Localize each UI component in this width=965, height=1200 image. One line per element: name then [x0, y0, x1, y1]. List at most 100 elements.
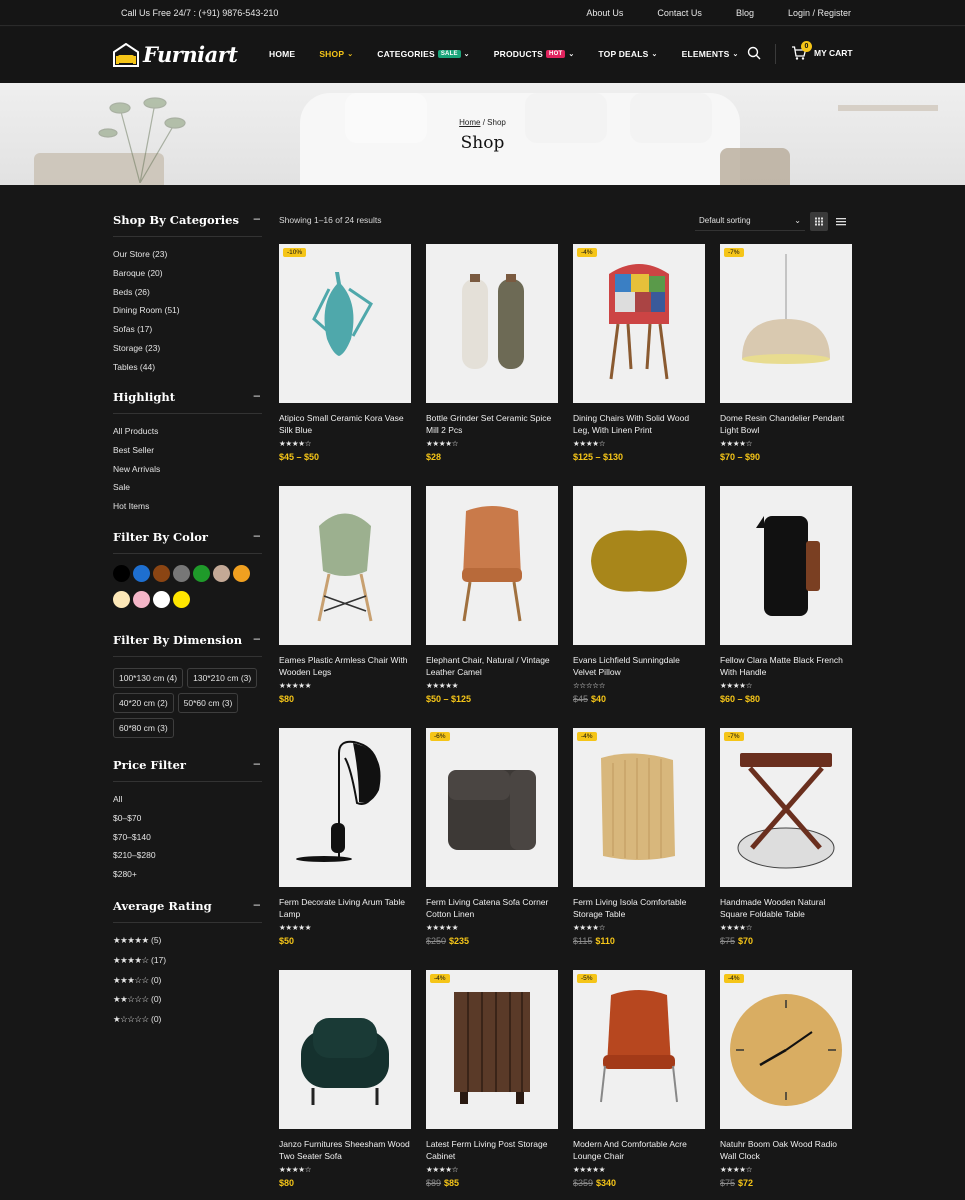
- nav-home[interactable]: HOME: [269, 49, 295, 59]
- product-image[interactable]: [720, 486, 852, 645]
- product-name[interactable]: Latest Ferm Living Post Storage Cabinet: [426, 1138, 558, 1162]
- product-image[interactable]: [279, 728, 411, 887]
- category-item[interactable]: Our Store (23): [113, 249, 262, 268]
- product-image[interactable]: [426, 244, 558, 403]
- about-link[interactable]: About Us: [586, 8, 623, 18]
- product-image[interactable]: -4%: [720, 970, 852, 1129]
- product-card[interactable]: -4% Natuhr Boom Oak Wood Radio Wall Clock…: [720, 970, 852, 1188]
- product-name[interactable]: Evans Lichfield Sunningdale Velvet Pillo…: [573, 654, 705, 678]
- product-card[interactable]: -10% Atipico Small Ceramic Kora Vase Silk…: [279, 244, 411, 462]
- nav-products[interactable]: PRODUCTS HOT ⌄: [494, 49, 575, 59]
- category-item[interactable]: Tables (44): [113, 362, 262, 381]
- product-card[interactable]: Eames Plastic Armless Chair With Wooden …: [279, 486, 411, 704]
- highlight-header[interactable]: Highlight –: [113, 390, 262, 414]
- price-range-item[interactable]: $210–$280: [113, 850, 262, 869]
- product-card[interactable]: Fellow Clara Matte Black French With Han…: [720, 486, 852, 704]
- product-card[interactable]: -7% Dome Resin Chandelier Pendant Light B…: [720, 244, 852, 462]
- dimension-tag[interactable]: 50*60 cm (3): [177, 693, 239, 713]
- product-image[interactable]: [426, 486, 558, 645]
- collapse-icon[interactable]: –: [254, 530, 260, 544]
- product-name[interactable]: Handmade Wooden Natural Square Foldable …: [720, 896, 852, 920]
- nav-shop[interactable]: SHOP ⌄: [319, 49, 353, 59]
- category-item[interactable]: Dining Room (51): [113, 305, 262, 324]
- product-name[interactable]: Ferm Decorate Living Arum Table Lamp: [279, 896, 411, 920]
- product-image[interactable]: [279, 970, 411, 1129]
- rating-filter-item[interactable]: ★★★★★ (5): [113, 935, 262, 955]
- product-image[interactable]: -4%: [573, 244, 705, 403]
- product-image[interactable]: -10%: [279, 244, 411, 403]
- product-card[interactable]: -4% Dining Chairs With Solid Wood Leg, Wi…: [573, 244, 705, 462]
- nav-top-deals[interactable]: TOP DEALS ⌄: [598, 49, 657, 59]
- rating-filter-item[interactable]: ★★☆☆☆ (0): [113, 994, 262, 1014]
- product-name[interactable]: Ferm Living Catena Sofa Corner Cotton Li…: [426, 896, 558, 920]
- list-view-button[interactable]: [832, 212, 850, 231]
- product-name[interactable]: Ferm Living Isola Comfortable Storage Ta…: [573, 896, 705, 920]
- color-swatch[interactable]: [133, 591, 150, 608]
- login-register-link[interactable]: Login / Register: [788, 8, 851, 18]
- color-swatch[interactable]: [193, 565, 210, 582]
- color-swatch[interactable]: [153, 591, 170, 608]
- color-swatch[interactable]: [173, 591, 190, 608]
- product-card[interactable]: Bottle Grinder Set Ceramic Spice Mill 2 …: [426, 244, 558, 462]
- color-swatch[interactable]: [233, 565, 250, 582]
- category-item[interactable]: Storage (23): [113, 343, 262, 362]
- dimension-tag[interactable]: 60*80 cm (3): [113, 718, 174, 738]
- product-image[interactable]: -5%: [573, 970, 705, 1129]
- product-name[interactable]: Modern And Comfortable Acre Lounge Chair: [573, 1138, 705, 1162]
- color-swatch[interactable]: [153, 565, 170, 582]
- highlight-item[interactable]: New Arrivals: [113, 464, 262, 483]
- product-name[interactable]: Bottle Grinder Set Ceramic Spice Mill 2 …: [426, 412, 558, 436]
- product-image[interactable]: -7%: [720, 244, 852, 403]
- search-icon[interactable]: [747, 46, 761, 60]
- grid-view-button[interactable]: [810, 212, 828, 231]
- product-card[interactable]: Ferm Decorate Living Arum Table Lamp ★★★★…: [279, 728, 411, 946]
- highlight-item[interactable]: Hot Items: [113, 501, 262, 520]
- color-swatch[interactable]: [113, 565, 130, 582]
- blog-link[interactable]: Blog: [736, 8, 754, 18]
- price-range-item[interactable]: All: [113, 794, 262, 813]
- collapse-icon[interactable]: –: [254, 390, 260, 404]
- dimension-tag[interactable]: 130*210 cm (3): [187, 668, 258, 688]
- product-name[interactable]: Dining Chairs With Solid Wood Leg, With …: [573, 412, 705, 436]
- sort-select[interactable]: Default sorting ⌄: [695, 212, 805, 231]
- cart-button[interactable]: 0 MY CART: [791, 41, 853, 61]
- product-name[interactable]: Eames Plastic Armless Chair With Wooden …: [279, 654, 411, 678]
- highlight-item[interactable]: Sale: [113, 482, 262, 501]
- dimension-header[interactable]: Filter By Dimension –: [113, 633, 262, 657]
- nav-categories[interactable]: CATEGORIES SALE ⌄: [377, 49, 469, 59]
- logo[interactable]: Furniart: [113, 42, 238, 67]
- collapse-icon[interactable]: –: [254, 758, 260, 772]
- price-header[interactable]: Price Filter –: [113, 758, 262, 782]
- color-swatch[interactable]: [213, 565, 230, 582]
- product-image[interactable]: [279, 486, 411, 645]
- dimension-tag[interactable]: 100*130 cm (4): [113, 668, 184, 688]
- category-item[interactable]: Sofas (17): [113, 324, 262, 343]
- highlight-item[interactable]: All Products: [113, 426, 262, 445]
- product-card[interactable]: -4% Ferm Living Isola Comfortable Storage…: [573, 728, 705, 946]
- product-name[interactable]: Natuhr Boom Oak Wood Radio Wall Clock: [720, 1138, 852, 1162]
- product-card[interactable]: -6% Ferm Living Catena Sofa Corner Cotton…: [426, 728, 558, 946]
- product-card[interactable]: Elephant Chair, Natural / Vintage Leathe…: [426, 486, 558, 704]
- highlight-item[interactable]: Best Seller: [113, 445, 262, 464]
- product-name[interactable]: Atipico Small Ceramic Kora Vase Silk Blu…: [279, 412, 411, 436]
- categories-header[interactable]: Shop By Categories –: [113, 213, 262, 237]
- rating-filter-item[interactable]: ★★★☆☆ (0): [113, 975, 262, 995]
- contact-link[interactable]: Contact Us: [657, 8, 702, 18]
- rating-filter-item[interactable]: ★☆☆☆☆ (0): [113, 1014, 262, 1034]
- price-range-item[interactable]: $0–$70: [113, 813, 262, 832]
- product-card[interactable]: -7% Handmade Wooden Natural Square Foldab…: [720, 728, 852, 946]
- collapse-icon[interactable]: –: [254, 899, 260, 913]
- product-card[interactable]: Janzo Furnitures Sheesham Wood Two Seate…: [279, 970, 411, 1188]
- product-card[interactable]: -5% Modern And Comfortable Acre Lounge Ch…: [573, 970, 705, 1188]
- product-image[interactable]: -4%: [426, 970, 558, 1129]
- product-name[interactable]: Elephant Chair, Natural / Vintage Leathe…: [426, 654, 558, 678]
- color-header[interactable]: Filter By Color –: [113, 530, 262, 554]
- product-image[interactable]: -6%: [426, 728, 558, 887]
- product-name[interactable]: Fellow Clara Matte Black French With Han…: [720, 654, 852, 678]
- rating-filter-item[interactable]: ★★★★☆ (17): [113, 955, 262, 975]
- dimension-tag[interactable]: 40*20 cm (2): [113, 693, 174, 713]
- rating-header[interactable]: Average Rating –: [113, 899, 262, 923]
- nav-elements[interactable]: ELEMENTS ⌄: [682, 49, 739, 59]
- product-name[interactable]: Dome Resin Chandelier Pendant Light Bowl: [720, 412, 852, 436]
- product-image[interactable]: -4%: [573, 728, 705, 887]
